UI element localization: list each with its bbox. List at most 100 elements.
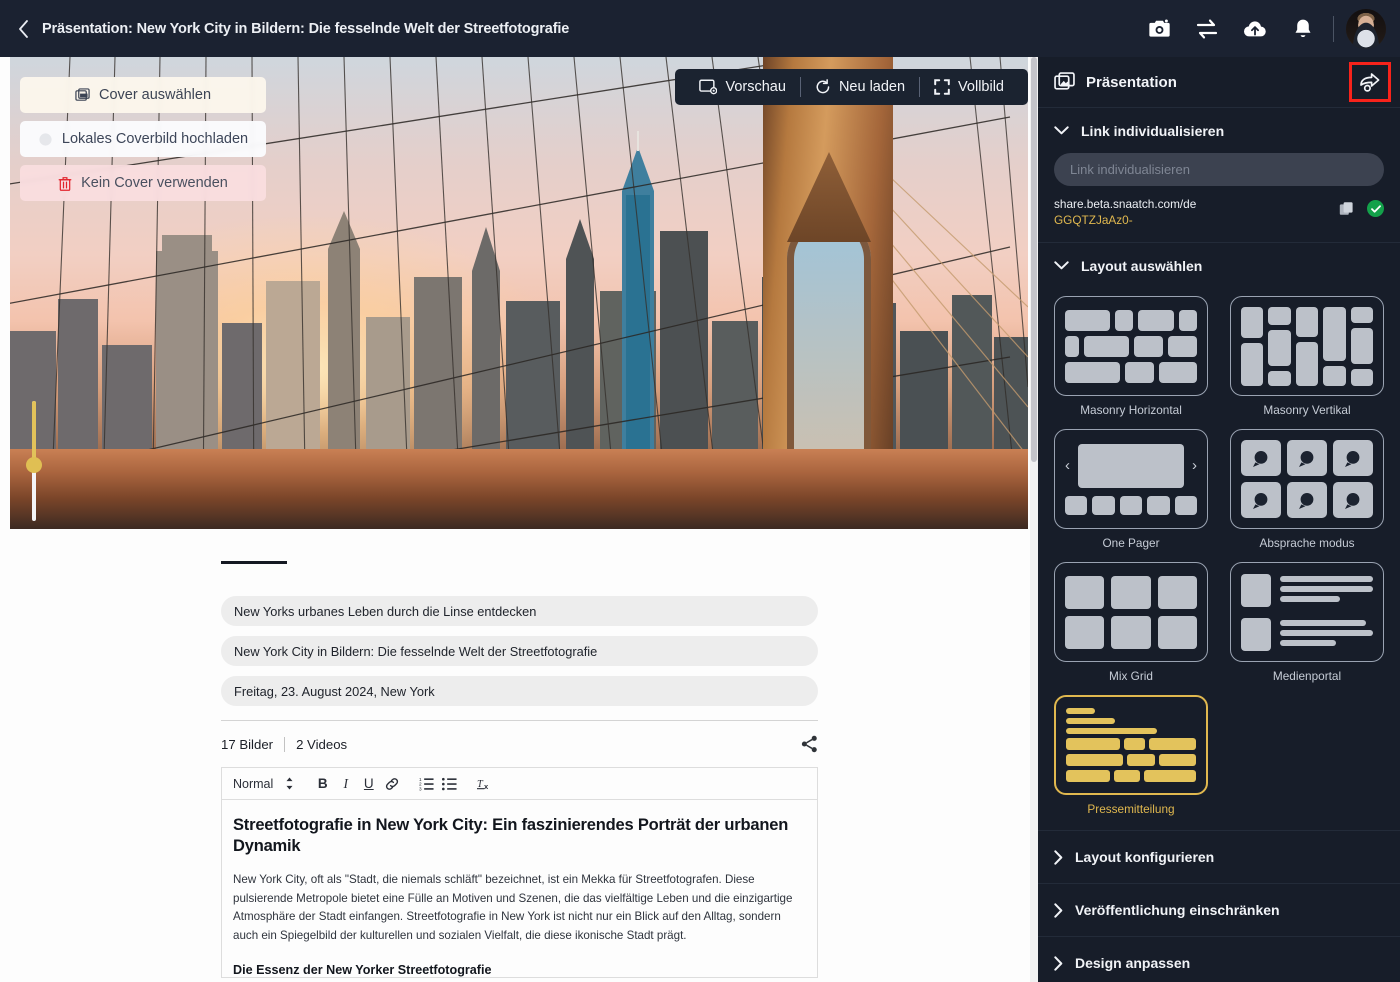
custom-link-input[interactable]: Link individualisieren	[1054, 153, 1384, 186]
share-arrow-icon	[1360, 73, 1380, 92]
editor-content[interactable]: Streetfotografie in New York City: Ein f…	[222, 800, 817, 977]
share-url-row: share.beta.snaatch.com/de GGQTZJaAz0-	[1054, 197, 1384, 242]
trash-icon	[58, 176, 72, 191]
upload-cover-button[interactable]: Lokales Coverbild hochladen	[20, 121, 266, 157]
cloud-upload-icon[interactable]	[1231, 9, 1279, 49]
reload-button[interactable]: Neu laden	[805, 79, 915, 95]
share-icon	[801, 735, 817, 753]
share-url: share.beta.snaatch.com/de GGQTZJaAz0-	[1054, 197, 1196, 228]
main-content: Cover auswählen Lokales Coverbild hochla…	[0, 57, 1038, 982]
link-button[interactable]	[380, 772, 403, 796]
editor-paragraph: New York City, oft als "Stadt, die niema…	[233, 872, 793, 943]
layout-preview	[1054, 562, 1208, 663]
link-section-label: Link individualisieren	[1081, 122, 1225, 139]
link-section: Link individualisieren Link individualis…	[1038, 108, 1400, 242]
sidebar-header: Präsentation	[1038, 57, 1400, 108]
italic-button[interactable]: I	[334, 772, 357, 796]
upload-icon	[39, 132, 52, 146]
image-icon	[75, 87, 90, 101]
share-button[interactable]	[801, 735, 818, 753]
accordion-design-anpassen[interactable]: Design anpassen	[1038, 936, 1400, 982]
svg-text:x: x	[484, 782, 489, 791]
layout-label: Pressemitteilung	[1087, 802, 1175, 817]
comment-icon	[1345, 492, 1360, 509]
date-location-field[interactable]: Freitag, 23. August 2024, New York	[221, 676, 818, 706]
layout-label: Masonry Vertikal	[1263, 403, 1351, 418]
layout-option-pressemitteilung[interactable]: Pressemitteilung	[1054, 695, 1208, 816]
accordion-veroeffentlichung-einschraenken[interactable]: Veröffentlichung einschränken	[1038, 883, 1400, 936]
layout-option-masonry-vertikal[interactable]: Masonry Vertikal	[1230, 296, 1384, 417]
camera-icon[interactable]	[1135, 9, 1183, 49]
divider	[1333, 15, 1334, 42]
accordion-label: Design anpassen	[1075, 955, 1191, 972]
main-scrollbar[interactable]	[1030, 57, 1038, 982]
image-count: 17 Bilder	[221, 736, 274, 752]
ordered-list-icon: 123	[419, 777, 434, 791]
title-field[interactable]: New York City in Bildern: Die fesselnde …	[221, 636, 818, 666]
layout-section-header[interactable]: Layout auswählen	[1054, 243, 1384, 288]
top-bar-actions	[1135, 8, 1400, 49]
back-button[interactable]	[14, 18, 32, 40]
layout-option-one-pager[interactable]: ‹ › One Pager	[1054, 429, 1208, 550]
layout-options: Masonry Horizontal Masonry Vertikal ‹ › …	[1054, 288, 1384, 830]
sidebar-accordion: Layout konfigurieren Veröffentlichung ei…	[1038, 830, 1400, 982]
link-status-badge[interactable]	[1367, 200, 1384, 217]
select-cover-button[interactable]: Cover auswählen	[20, 77, 266, 113]
text-style-select[interactable]: Normal	[233, 777, 294, 791]
comment-icon	[1299, 492, 1314, 509]
layout-preview	[1054, 695, 1208, 796]
comment-icon	[1299, 450, 1314, 467]
bullet-list-button[interactable]	[438, 772, 461, 796]
divider	[799, 77, 801, 97]
absprache-modus-preview	[1241, 440, 1373, 519]
preview-button[interactable]: Vorschau	[689, 79, 795, 95]
reload-label: Neu laden	[838, 79, 906, 95]
cover-position-slider[interactable]	[26, 401, 42, 521]
remove-cover-button[interactable]: Kein Cover verwenden	[20, 165, 266, 201]
mix-grid-preview	[1065, 575, 1197, 649]
bold-button[interactable]: B	[311, 772, 334, 796]
rich-text-editor[interactable]: Normal B I U 1 2 3 T x Streetfotografie …	[221, 767, 818, 978]
subtitle-field[interactable]: New Yorks urbanes Leben durch die Linse …	[221, 596, 818, 626]
slider-handle[interactable]	[26, 457, 42, 473]
link-section-header[interactable]: Link individualisieren	[1054, 108, 1384, 153]
avatar[interactable]	[1346, 8, 1386, 49]
underline-button[interactable]: U	[357, 772, 380, 796]
bell-icon[interactable]	[1279, 9, 1327, 49]
fullscreen-button[interactable]: Vollbild	[924, 79, 1014, 95]
image-icon	[1054, 71, 1075, 90]
one-pager-preview: ‹ ›	[1065, 443, 1198, 515]
scrollbar-thumb[interactable]	[1031, 57, 1037, 462]
chevron-down-icon	[1054, 261, 1069, 270]
text-style-value: Normal	[233, 776, 274, 791]
layout-preview	[1230, 296, 1384, 397]
layout-option-absprache-modus[interactable]: Absprache modus	[1230, 429, 1384, 550]
chevron-left-icon	[18, 19, 28, 38]
accordion-layout-konfigurieren[interactable]: Layout konfigurieren	[1038, 830, 1400, 883]
layout-option-mix-grid[interactable]: Mix Grid	[1054, 562, 1208, 683]
layout-option-masonry-horizontal[interactable]: Masonry Horizontal	[1054, 296, 1208, 417]
layout-label: Absprache modus	[1259, 536, 1355, 551]
chevron-left-icon: ‹	[1065, 457, 1070, 475]
copy-link-button[interactable]	[1339, 201, 1355, 217]
document-body: New Yorks urbanes Leben durch die Linse …	[0, 561, 1030, 978]
page-title: Präsentation: New York City in Bildern: …	[42, 20, 570, 37]
layout-preview: ‹ ›	[1054, 429, 1208, 530]
check-icon	[1370, 204, 1381, 213]
chevron-right-icon	[1054, 902, 1063, 918]
video-count: 2 Videos	[296, 736, 348, 752]
ordered-list-button[interactable]: 123	[415, 772, 438, 796]
swap-icon[interactable]	[1183, 9, 1231, 49]
layout-option-medienportal[interactable]: Medienportal	[1230, 562, 1384, 683]
link-icon	[385, 777, 398, 790]
editor-heading: Streetfotografie in New York City: Ein f…	[233, 816, 789, 856]
remove-cover-label: Kein Cover verwenden	[81, 175, 228, 191]
accordion-label: Veröffentlichung einschränken	[1075, 902, 1280, 919]
share-presentation-button[interactable]	[1349, 62, 1391, 102]
media-count-row: 17 Bilder 2 Videos	[221, 721, 818, 767]
layout-label: Mix Grid	[1109, 669, 1153, 684]
share-url-base: share.beta.snaatch.com/de	[1054, 197, 1197, 211]
clear-format-button[interactable]: T x	[473, 772, 496, 796]
cover-image[interactable]: Cover auswählen Lokales Coverbild hochla…	[10, 57, 1028, 529]
masonry-horizontal-preview	[1065, 309, 1197, 383]
